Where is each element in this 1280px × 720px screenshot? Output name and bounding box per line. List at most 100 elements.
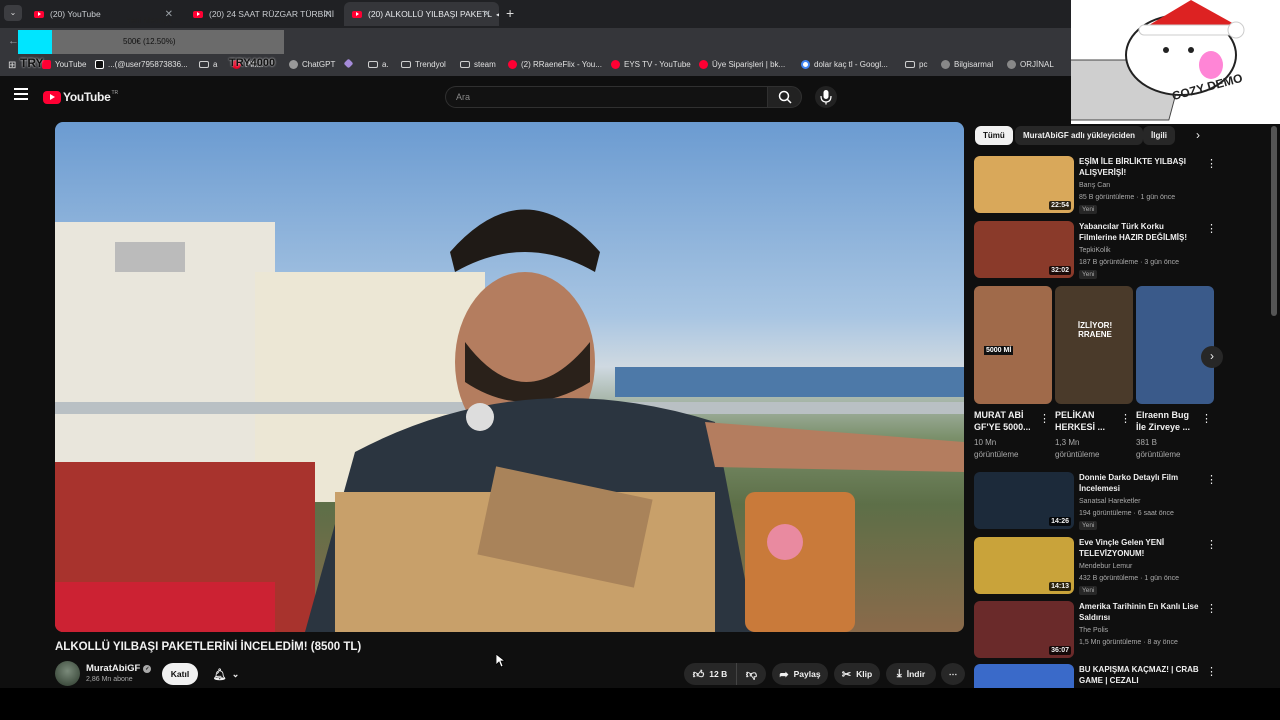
- bookmark-bilgisarmal[interactable]: Bilgisarmal: [941, 60, 993, 69]
- clip-button[interactable]: ✂ Klip: [834, 663, 880, 685]
- item-title[interactable]: BU KAPIŞMA KAÇMAZ! | CRAB GAME | CEZALI: [1079, 664, 1201, 686]
- item-channel[interactable]: Mendebur Lemur: [1079, 562, 1132, 572]
- join-button[interactable]: Katıl: [162, 663, 198, 685]
- tab-alkollu-yilbasi[interactable]: (20) ALKOLLÜ YILBAŞI PAKETL ◀) ✕: [344, 2, 499, 26]
- video-thumbnail[interactable]: 22:54: [974, 156, 1074, 213]
- page-scrollbar[interactable]: [1271, 118, 1277, 688]
- short-title[interactable]: PELİKAN HERKESİ ...: [1055, 409, 1117, 433]
- overlay-try-left: TRY: [20, 56, 44, 70]
- speaker-icon[interactable]: ◀): [496, 10, 499, 19]
- shorts-next-button[interactable]: ›: [1201, 346, 1223, 368]
- youtube-favicon-icon: [34, 10, 44, 18]
- recommended-item[interactable]: 14:26 Donnie Darko Detaylı Film İnceleme…: [974, 472, 1224, 532]
- short-title[interactable]: MURAT ABİ GF'YE 5000...: [974, 409, 1036, 433]
- item-title[interactable]: Yabancılar Türk Korku Filmlerine HAZIR D…: [1079, 221, 1201, 243]
- recommended-item[interactable]: 14:13 Eve Vinçle Gelen YENİ TELEVİZYONUM…: [974, 537, 1224, 597]
- share-button[interactable]: ➦ Paylaş: [772, 663, 828, 685]
- youtube-logo[interactable]: YouTube TR: [43, 90, 118, 104]
- bookmark-google[interactable]: dolar kaç tl - Googl...: [801, 60, 888, 69]
- item-channel[interactable]: Sanatsal Hareketler: [1079, 497, 1140, 507]
- chip-related[interactable]: İlgili: [1143, 126, 1175, 145]
- new-badge: Yeni: [1079, 586, 1098, 595]
- channel-name[interactable]: MuratAbiGF ✓: [86, 663, 152, 674]
- video-player[interactable]: [55, 122, 964, 632]
- item-menu-icon[interactable]: ⋮: [1206, 475, 1217, 486]
- item-channel[interactable]: TepkiKolik: [1079, 246, 1111, 256]
- item-menu-icon[interactable]: ⋮: [1206, 159, 1217, 170]
- tab-list-button[interactable]: ⌄: [4, 5, 22, 21]
- item-meta: 194 görüntüleme · 6 saat önce: [1079, 510, 1174, 517]
- chips-next-icon[interactable]: ›: [1196, 128, 1200, 142]
- bookmark-eys-tv[interactable]: EYS TV - YouTube: [611, 60, 691, 69]
- short-title[interactable]: Elraenn Bug İle Zirveye ...: [1136, 409, 1198, 433]
- short-thumbnail[interactable]: [1136, 286, 1214, 404]
- item-channel[interactable]: The Polis: [1079, 626, 1108, 636]
- chevron-down-icon: ⌄: [231, 668, 240, 679]
- search-button[interactable]: [767, 86, 802, 108]
- bookmark-uye-siparisleri[interactable]: Üye Siparişleri | bk...: [699, 60, 785, 69]
- chip-from-uploader[interactable]: MuratAbiGF adlı yükleyiciden: [1015, 126, 1144, 145]
- short-menu-icon[interactable]: ⋮: [1039, 412, 1050, 425]
- recommended-item[interactable]: 22:54 EŞİM İLE BİRLİKTE YILBAŞI ALIŞVERİ…: [974, 156, 1224, 216]
- item-menu-icon[interactable]: ⋮: [1206, 667, 1217, 678]
- bookmark-rraeneflix[interactable]: (2) RRaeneFlix - You...: [508, 60, 602, 69]
- bottom-bar: [0, 688, 1280, 720]
- item-menu-icon[interactable]: ⋮: [1206, 224, 1217, 235]
- dislike-button[interactable]: 👎︎: [736, 663, 766, 685]
- overlay-top-text: Yeni Mesmur: [126, 16, 173, 25]
- chip-all[interactable]: Tümü: [975, 126, 1013, 145]
- video-thumbnail[interactable]: 14:13: [974, 537, 1074, 594]
- short-thumbnail[interactable]: 5000 Mİ: [974, 286, 1052, 404]
- channel-avatar[interactable]: [55, 661, 80, 686]
- mouse-cursor: [496, 654, 506, 668]
- short-thumbnail[interactable]: İZLİYOR! RRAENE: [1055, 286, 1133, 404]
- like-button[interactable]: 👍︎ 12 B: [684, 663, 736, 685]
- bookmark-tiktok[interactable]: ...(@user795873836...: [95, 60, 188, 69]
- recommended-item[interactable]: 32:02 Yabancılar Türk Korku Filmlerine H…: [974, 221, 1224, 281]
- close-tab-icon[interactable]: ✕: [324, 9, 332, 20]
- item-title[interactable]: Amerika Tarihinin En Kanlı Lise Saldırıs…: [1079, 601, 1201, 623]
- close-tab-icon[interactable]: ✕: [483, 9, 491, 20]
- item-title[interactable]: Eve Vinçle Gelen YENİ TELEVİZYONUM!: [1079, 537, 1201, 559]
- item-channel[interactable]: Barış Can: [1079, 181, 1110, 191]
- recommended-item[interactable]: 36:07 Amerika Tarihinin En Kanlı Lise Sa…: [974, 601, 1224, 661]
- bookmark-chatgpt[interactable]: ChatGPT: [289, 60, 335, 69]
- scrollbar-thumb[interactable]: [1271, 126, 1277, 316]
- more-actions-button[interactable]: ⋯: [941, 663, 965, 685]
- video-thumbnail[interactable]: [974, 664, 1074, 688]
- item-title[interactable]: Donnie Darko Detaylı Film İncelemesi: [1079, 472, 1201, 494]
- thumbs-up-icon: 👍︎: [692, 668, 705, 681]
- bookmark-steam[interactable]: steam: [460, 60, 496, 69]
- video-thumbnail[interactable]: 32:02: [974, 221, 1074, 278]
- new-tab-button[interactable]: +: [506, 5, 514, 21]
- bookmark-pc[interactable]: pc: [905, 60, 927, 69]
- video-thumbnail[interactable]: 14:26: [974, 472, 1074, 529]
- bookmark-folder-a-dot[interactable]: a.: [368, 60, 389, 69]
- voice-search-button[interactable]: [815, 86, 837, 108]
- video-frame: [55, 209, 964, 632]
- youtube-logo-icon: [43, 90, 61, 104]
- bookmark-orjinal[interactable]: ORJİNAL: [1007, 60, 1054, 69]
- apps-icon[interactable]: ⊞: [8, 60, 16, 71]
- short-menu-icon[interactable]: ⋮: [1120, 412, 1131, 425]
- short-views: 381 B görüntüleme: [1136, 438, 1181, 459]
- video-thumbnail[interactable]: 36:07: [974, 601, 1074, 658]
- item-menu-icon[interactable]: ⋮: [1206, 604, 1217, 615]
- tab-ruzgar-turbini[interactable]: (20) 24 SAAT RÜZGAR TÜRBİNİ ✕: [185, 2, 340, 26]
- bookmark-trendyol[interactable]: Trendyol: [401, 60, 446, 69]
- youtube-country-code: TR: [111, 90, 119, 96]
- notifications-button[interactable]: 🔔︎ ⌄: [204, 663, 248, 685]
- item-meta: 432 B görüntüleme · 1 gün önce: [1079, 575, 1180, 582]
- download-button[interactable]: ⤓ İndir: [886, 663, 936, 685]
- youtube-favicon-icon: [352, 10, 362, 18]
- recommended-item[interactable]: BU KAPIŞMA KAÇMAZ! | CRAB GAME | CEZALI …: [974, 664, 1224, 688]
- bookmark-folder-a[interactable]: a: [199, 60, 217, 69]
- bookmark-youtube[interactable]: YouTube: [42, 60, 86, 69]
- search-input[interactable]: Ara: [445, 86, 767, 108]
- guide-menu-icon[interactable]: [14, 88, 28, 100]
- item-title[interactable]: EŞİM İLE BİRLİKTE YILBAŞI ALIŞVERİŞİ!: [1079, 156, 1201, 178]
- item-menu-icon[interactable]: ⋮: [1206, 540, 1217, 551]
- bookmark-plane[interactable]: [343, 58, 356, 69]
- short-menu-icon[interactable]: ⋮: [1201, 412, 1212, 425]
- subscriber-count: 2,86 Mn abone: [86, 676, 133, 683]
